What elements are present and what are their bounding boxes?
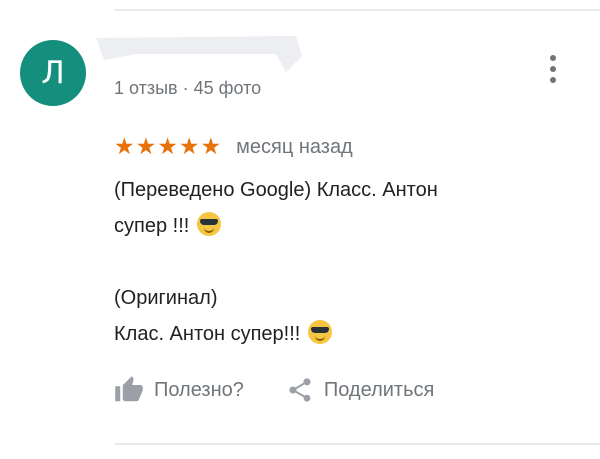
original-line: Клас. Антон супер!!! — [114, 316, 554, 352]
review-text: (Переведено Google) Класс. Антон супер !… — [114, 172, 554, 352]
avatar-letter: Л — [41, 55, 65, 91]
helpful-label: Полезно? — [154, 378, 244, 401]
rating-row: ★★★★★ месяц назад — [114, 134, 353, 160]
smiling-face-with-sunglasses-emoji — [307, 320, 332, 344]
review-date: месяц назад — [236, 135, 353, 158]
bottom-divider — [114, 443, 600, 445]
more-options-button[interactable] — [541, 55, 565, 89]
share-button[interactable]: Поделиться — [286, 376, 434, 404]
top-divider — [114, 9, 600, 11]
reviewer-meta: 1 отзыв · 45 фото — [114, 78, 262, 98]
review-actions: Полезно? Поделиться — [114, 375, 434, 405]
more-vert-icon — [541, 55, 565, 83]
translated-line-2-text: супер !!! — [114, 215, 190, 237]
share-icon — [289, 378, 311, 402]
thumb-up-icon — [115, 376, 143, 402]
redacted-reviewer-name — [96, 36, 302, 72]
translated-line-1: (Переведено Google) Класс. Антон — [114, 179, 438, 201]
original-text: Клас. Антон супер!!! — [114, 323, 301, 345]
smiling-face-with-sunglasses-emoji — [196, 212, 221, 236]
avatar[interactable]: Л — [20, 40, 86, 106]
original-label: (Оригинал) — [114, 287, 218, 309]
translated-line-2: супер !!! — [114, 208, 554, 244]
star-rating: ★★★★★ — [114, 134, 223, 160]
helpful-button[interactable]: Полезно? — [114, 375, 244, 405]
share-label: Поделиться — [323, 378, 435, 401]
